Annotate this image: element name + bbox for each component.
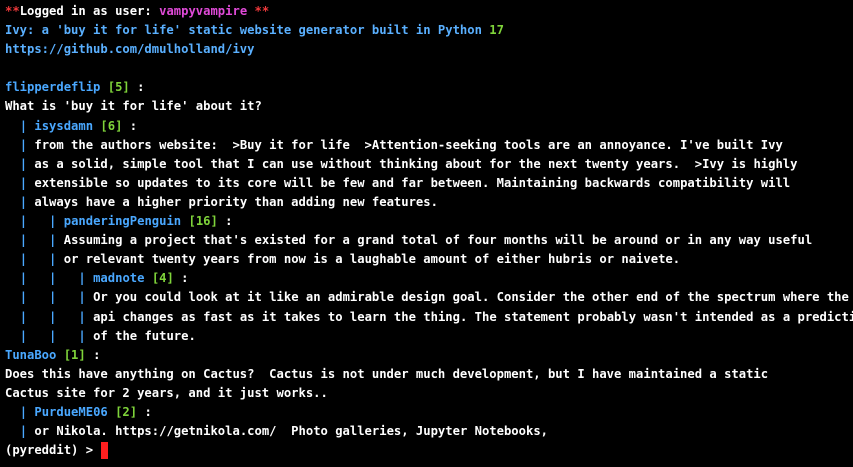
comment-author: flipperdeflip <box>5 80 101 95</box>
comment-header: | | panderingPenguin [16] : <box>19 214 233 229</box>
comment-header: flipperdeflip [5] : <box>5 80 145 95</box>
comment-score: [2] <box>115 404 138 419</box>
comment-score: [16] <box>188 214 218 229</box>
thread-bar: | <box>19 404 28 419</box>
comment-text-line: | or Nikola. https://getnikola.com/ Phot… <box>19 424 548 439</box>
post-title-line: Ivy: a 'buy it for life' static website … <box>5 21 853 40</box>
thread-bar: | <box>19 175 28 190</box>
comment-text-line: Cactus site for 2 years, and it just wor… <box>5 385 328 400</box>
comment-header: | isysdamn [6] : <box>19 118 138 133</box>
thread-bar: | <box>49 233 57 248</box>
login-status-line: **Logged in as user: vampyvampire ** <box>5 2 853 21</box>
thread-bar: | <box>49 309 57 324</box>
comment-text-line: Does this have anything on Cactus? Cactu… <box>5 366 769 381</box>
login-marker-left: ** <box>5 4 20 18</box>
comment-text-line: | | or relevant twenty years from now is… <box>19 252 681 267</box>
thread-bar: | <box>49 252 57 267</box>
thread-bar: | <box>19 252 28 267</box>
post-url-line: https://github.com/dmulholland/ivy <box>5 40 853 59</box>
comment-author: madnote <box>93 271 145 286</box>
comment-text-line: What is 'buy it for life' about it? <box>5 99 262 114</box>
comment-text-line: | extensible so updates to its core will… <box>19 175 791 190</box>
thread-bar: | <box>78 328 86 343</box>
comment-header: | PurdueME06 [2] : <box>19 404 152 419</box>
text-cursor[interactable] <box>101 442 109 460</box>
comment-score: [5] <box>107 80 130 95</box>
thread-bar: | <box>19 271 28 286</box>
thread-bar: | <box>49 290 57 305</box>
comment-text-line: | always have a higher priority than add… <box>19 194 438 209</box>
thread-bar: | <box>19 214 28 229</box>
comment-score: [1] <box>63 347 86 362</box>
comment-text-line: | | | of the future. <box>19 328 196 343</box>
post-title: Ivy: a 'buy it for life' static website … <box>5 23 482 38</box>
comment-text-line: | from the authors website: >Buy it for … <box>19 137 783 152</box>
thread-bar: | <box>19 328 28 343</box>
thread-bar: | <box>19 137 28 152</box>
comment-text-line: | as a solid, simple tool that I can use… <box>19 156 798 171</box>
comment-author: PurdueME06 <box>34 404 108 419</box>
thread-bar: | <box>78 271 86 286</box>
comment-text-line: | | | api changes as fast as it takes to… <box>19 309 853 324</box>
login-label: Logged in as user: <box>19 4 160 18</box>
post-url[interactable]: https://github.com/dmulholland/ivy <box>5 42 254 56</box>
command-prompt-line[interactable]: (pyreddit) > <box>5 441 853 460</box>
thread-bar: | <box>19 118 28 133</box>
thread-bar: | <box>49 271 57 286</box>
thread-bar: | <box>19 194 28 209</box>
thread-bar: | <box>19 290 28 305</box>
thread-bar: | <box>19 156 28 171</box>
comment-author: panderingPenguin <box>63 214 182 229</box>
command-prompt: (pyreddit) > <box>5 443 101 458</box>
thread-bar: | <box>19 309 28 324</box>
terminal-output: **Logged in as user: vampyvampire ** Ivy… <box>5 2 853 460</box>
comment-author: isysdamn <box>34 118 94 133</box>
comment-score: [6] <box>100 118 123 133</box>
thread-bar: | <box>19 424 28 439</box>
comment-header: | | | madnote [4] : <box>19 271 189 286</box>
comment-score: [4] <box>151 271 174 286</box>
thread-bar: | <box>78 290 86 305</box>
thread-bar: | <box>49 328 57 343</box>
post-score: 17 <box>489 23 504 38</box>
comment-author: TunaBoo <box>5 347 57 362</box>
login-marker-right: ** <box>247 4 270 18</box>
comment-text-line: | | | Or you could look at it like an ad… <box>19 290 849 305</box>
login-username: vampyvampire <box>159 4 248 18</box>
comment-header: TunaBoo [1] : <box>5 347 101 362</box>
thread-bar: | <box>49 214 57 229</box>
comment-text-line: | | Assuming a project that's existed fo… <box>19 233 813 248</box>
thread-bar: | <box>19 233 28 248</box>
thread-bar: | <box>78 309 86 324</box>
